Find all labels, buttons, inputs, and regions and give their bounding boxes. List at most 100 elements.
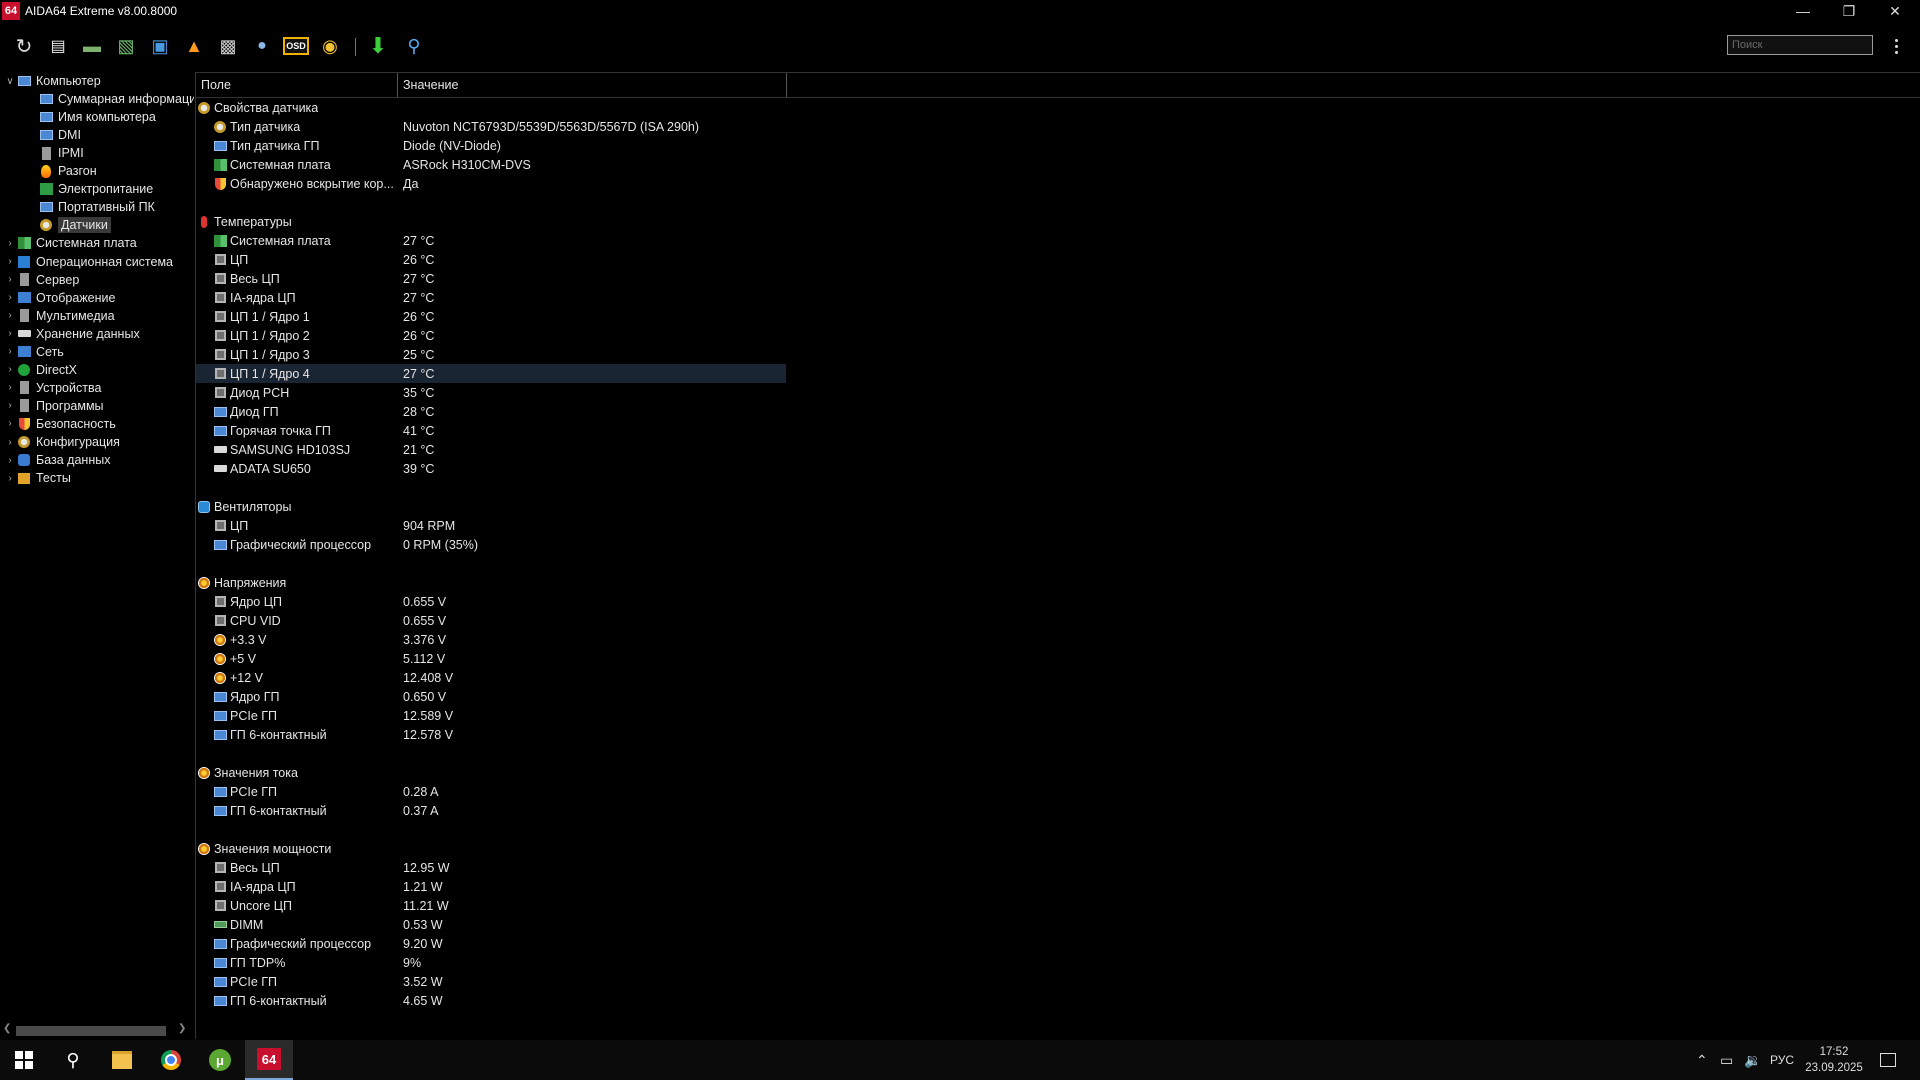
table-row[interactable]: PCIe ГП 3.52 W <box>196 972 786 991</box>
table-row[interactable]: ГП 6-контактный 0.37 A <box>196 801 786 820</box>
expand-chevron-icon[interactable]: › <box>4 473 16 484</box>
expand-chevron-icon[interactable]: › <box>4 346 16 357</box>
chrome-icon[interactable] <box>147 1040 195 1080</box>
tree-item[interactable]: › DirectX <box>4 361 77 379</box>
search-input[interactable] <box>1727 35 1873 55</box>
table-row[interactable]: PCIe ГП 0.28 A <box>196 782 786 801</box>
tree-item[interactable]: DMI <box>26 126 81 144</box>
expand-chevron-icon[interactable]: › <box>4 455 16 466</box>
column-header-field[interactable]: Поле <box>196 73 397 97</box>
tree-item[interactable]: › Устройства <box>4 379 101 397</box>
table-row[interactable]: Uncore ЦП 11.21 W <box>196 896 786 915</box>
table-row[interactable]: Диод PCH 35 °C <box>196 383 786 402</box>
volume-icon[interactable]: 🔉 <box>1744 1040 1761 1080</box>
table-row[interactable]: Весь ЦП 12.95 W <box>196 858 786 877</box>
table-row[interactable]: ЦП 1 / Ядро 3 25 °C <box>196 345 786 364</box>
tree-item[interactable]: › Тесты <box>4 469 71 487</box>
table-row[interactable]: IA-ядра ЦП 27 °C <box>196 288 786 307</box>
motherboard-icon[interactable]: ▬ <box>78 32 106 60</box>
table-row[interactable]: Горячая точка ГП 41 °C <box>196 421 786 440</box>
benchmark-icon[interactable]: ▩ <box>214 32 242 60</box>
notifications-icon[interactable] <box>1880 1040 1896 1080</box>
overclock-icon[interactable]: ▲ <box>180 32 208 60</box>
tree-item[interactable]: › База данных <box>4 451 110 469</box>
tree-item[interactable]: Портативный ПК <box>26 198 155 216</box>
tree-item[interactable]: › Конфигурация <box>4 433 120 451</box>
search-icon[interactable]: ⚲ <box>400 32 428 60</box>
network-icon[interactable]: ▭ <box>1720 1040 1733 1080</box>
tree-item[interactable]: Датчики <box>26 216 111 234</box>
expand-chevron-icon[interactable]: › <box>4 418 16 429</box>
tree-item[interactable]: ∨ Компьютер <box>4 72 100 90</box>
table-row[interactable]: +5 V 5.112 V <box>196 649 786 668</box>
table-row[interactable]: ЦП 1 / Ядро 1 26 °C <box>196 307 786 326</box>
expand-chevron-icon[interactable]: › <box>4 364 16 375</box>
show-hidden-icons-icon[interactable]: ⌃ <box>1696 1040 1708 1080</box>
expand-chevron-icon[interactable]: › <box>4 382 16 393</box>
table-row[interactable]: ГП TDP% 9% <box>196 953 786 972</box>
table-row[interactable]: ГП 6-контактный 12.578 V <box>196 725 786 744</box>
windows-start-icon[interactable] <box>0 1040 48 1080</box>
expand-chevron-icon[interactable]: › <box>4 256 16 267</box>
file-explorer-icon[interactable] <box>98 1040 146 1080</box>
expand-chevron-icon[interactable]: › <box>4 274 16 285</box>
table-row[interactable]: ADATA SU650 39 °C <box>196 459 786 478</box>
table-row[interactable]: ЦП 26 °C <box>196 250 786 269</box>
table-row[interactable]: CPU VID 0.655 V <box>196 611 786 630</box>
tree-item[interactable]: › Мультимедиа <box>4 307 114 325</box>
network-icon[interactable]: ▣ <box>146 32 174 60</box>
table-row[interactable]: Обнаружено вскрытие кор... Да <box>196 174 786 193</box>
table-row[interactable]: SAMSUNG HD103SJ 21 °C <box>196 440 786 459</box>
taskbar-clock[interactable]: 17:52 23.09.2025 <box>1800 1044 1868 1076</box>
table-row[interactable]: Графический процессор 9.20 W <box>196 934 786 953</box>
tree-item[interactable]: Разгон <box>26 162 97 180</box>
table-row[interactable]: ЦП 904 RPM <box>196 516 786 535</box>
expand-chevron-icon[interactable]: › <box>4 310 16 321</box>
scroll-right-icon[interactable]: ❯ <box>178 1023 186 1034</box>
expand-chevron-icon[interactable]: › <box>4 400 16 411</box>
table-row[interactable]: Ядро ЦП 0.655 V <box>196 592 786 611</box>
scrollbar-thumb[interactable] <box>16 1026 166 1036</box>
tree-item[interactable]: › Хранение данных <box>4 325 139 343</box>
tree-item[interactable]: Суммарная информация <box>26 90 194 108</box>
close-button[interactable]: ✕ <box>1872 0 1918 22</box>
column-divider[interactable] <box>786 73 787 97</box>
tree-item[interactable]: Электропитание <box>26 180 153 198</box>
tree-item[interactable]: › Сервер <box>4 271 79 289</box>
refresh-icon[interactable]: ↻ <box>10 32 38 60</box>
tree-item[interactable]: › Отображение <box>4 289 115 307</box>
expand-chevron-icon[interactable]: › <box>4 238 16 249</box>
column-header-value[interactable]: Значение <box>398 73 782 97</box>
search-icon[interactable]: ⚲ <box>49 1040 97 1080</box>
tree-item[interactable]: › Сеть <box>4 343 63 361</box>
expand-chevron-icon[interactable]: › <box>4 292 16 303</box>
table-row[interactable]: Тип датчика ГП Diode (NV-Diode) <box>196 136 786 155</box>
osd-icon[interactable]: OSD <box>282 32 310 60</box>
tree-item[interactable]: Имя компьютера <box>26 108 156 126</box>
memory-icon[interactable]: ▧ <box>112 32 140 60</box>
expand-chevron-icon[interactable]: ∨ <box>4 76 16 87</box>
table-row[interactable]: +3.3 V 3.376 V <box>196 630 786 649</box>
tree-item[interactable]: IPMI <box>26 144 84 162</box>
table-row[interactable]: DIMM 0.53 W <box>196 915 786 934</box>
language-indicator[interactable]: РУС <box>1770 1040 1794 1080</box>
expand-chevron-icon[interactable]: › <box>4 328 16 339</box>
table-row[interactable]: Ядро ГП 0.650 V <box>196 687 786 706</box>
table-row[interactable]: PCIe ГП 12.589 V <box>196 706 786 725</box>
table-row[interactable]: ГП 6-контактный 4.65 W <box>196 991 786 1010</box>
table-row[interactable]: ЦП 1 / Ядро 2 26 °C <box>196 326 786 345</box>
table-row[interactable]: Весь ЦП 27 °C <box>196 269 786 288</box>
table-row[interactable]: Графический процессор 0 RPM (35%) <box>196 535 786 554</box>
table-row[interactable]: IA-ядра ЦП 1.21 W <box>196 877 786 896</box>
table-row[interactable]: ЦП 1 / Ядро 4 27 °C <box>196 364 786 383</box>
table-row[interactable]: Диод ГП 28 °C <box>196 402 786 421</box>
tree-horizontal-scrollbar[interactable]: ❮ ❯ <box>0 1022 194 1038</box>
restore-button[interactable]: ❐ <box>1826 0 1872 22</box>
sensor-icon[interactable]: ◉ <box>316 32 344 60</box>
tree-item[interactable]: › Безопасность <box>4 415 115 433</box>
table-row[interactable]: Тип датчика Nuvoton NCT6793D/5539D/5563D/… <box>196 117 786 136</box>
aida64-icon[interactable]: 64 <box>245 1040 293 1080</box>
tree-item[interactable]: › Системная плата <box>4 234 136 252</box>
tree-item[interactable]: › Операционная система <box>4 253 173 271</box>
report-icon[interactable]: ▤ <box>44 32 72 60</box>
